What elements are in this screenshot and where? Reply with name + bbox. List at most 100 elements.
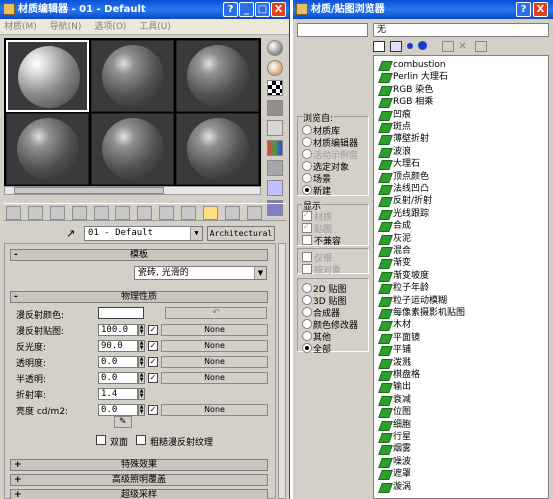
sample-slot-3[interactable]	[176, 40, 259, 112]
chevron-down-icon[interactable]: ▼	[254, 267, 266, 279]
minimize-button[interactable]: _	[239, 2, 254, 17]
map-list-item[interactable]: 光线跟踪	[380, 208, 429, 220]
two-sided-checkbox[interactable]	[96, 435, 106, 445]
make-unique-icon[interactable]	[115, 206, 131, 220]
video-color-check-icon[interactable]	[267, 120, 283, 136]
maximize-button[interactable]: □	[255, 2, 270, 17]
shininess-checkbox[interactable]: ✓	[148, 341, 158, 351]
transparency-map-button[interactable]: None	[161, 356, 268, 368]
map-list-item[interactable]: 木材	[380, 319, 411, 331]
map-list-item[interactable]: combustion	[380, 59, 446, 71]
material-type-button[interactable]: Architectural	[207, 226, 275, 241]
map-list-item[interactable]: 斑点	[380, 121, 411, 133]
sample-scrollbar[interactable]	[4, 186, 261, 195]
map-list[interactable]: combustion Perlin 大理石 RGB 染色 RGB 相乘 凹痕 斑点 薄壁折射…	[373, 55, 549, 499]
go-to-parent-icon[interactable]	[224, 206, 240, 220]
search-input[interactable]	[297, 23, 368, 37]
map-list-item[interactable]: 平铺	[380, 344, 411, 356]
chevron-down-icon[interactable]: ▼	[190, 227, 202, 240]
sample-slot-6[interactable]	[176, 113, 259, 185]
show-end-result-icon[interactable]	[202, 206, 218, 220]
show-incompatible-checkbox[interactable]: 不兼容	[302, 234, 341, 247]
put-to-library-icon[interactable]	[137, 206, 153, 220]
scroll-thumb[interactable]	[14, 187, 164, 194]
spinner-arrows-icon[interactable]: ▲ ▼	[138, 404, 145, 416]
material-id-icon[interactable]	[159, 206, 175, 220]
map-list-item[interactable]: 行星	[380, 431, 411, 443]
assign-to-selection-icon[interactable]	[49, 206, 65, 220]
map-list-item[interactable]: 遮罩	[380, 468, 411, 480]
view-large-icons-icon[interactable]	[417, 41, 427, 50]
filter-all[interactable]: 全部	[302, 342, 331, 355]
map-list-item[interactable]: 粒子年龄	[380, 282, 429, 294]
map-list-item[interactable]: 每像素摄影机贴图	[380, 307, 465, 319]
diffuse-map-spinner[interactable]: 100.0 ▲ ▼	[98, 324, 146, 336]
luminance-map-button[interactable]: None	[161, 404, 268, 416]
view-small-icons-icon[interactable]	[406, 43, 413, 49]
map-list-item[interactable]: 薄壁折射	[380, 133, 429, 145]
ior-spinner[interactable]: 1.4 ▲ ▼	[98, 388, 146, 400]
options-icon[interactable]	[267, 160, 283, 176]
rollout-advanced-lighting[interactable]: + 高级照明覆盖	[10, 474, 268, 486]
map-list-item[interactable]: 法线凹凸	[380, 183, 429, 195]
map-list-item[interactable]: Perlin 大理石	[380, 71, 448, 83]
map-list-item[interactable]: 输出	[380, 381, 411, 393]
shininess-map-button[interactable]: None	[161, 340, 268, 352]
map-list-item[interactable]: 渐变坡度	[380, 270, 429, 282]
diffuse-map-checkbox[interactable]: ✓	[148, 325, 158, 335]
rollout-templates[interactable]: - 模板	[10, 249, 268, 261]
map-list-item[interactable]: 灰泥	[380, 233, 411, 245]
sample-slot-1[interactable]	[6, 40, 89, 112]
view-list-icons-icon[interactable]	[389, 41, 402, 52]
material-editor-titlebar[interactable]: 材质编辑器 - 01 - Default ? _ □ X	[0, 0, 289, 19]
map-list-item[interactable]: 顶点颜色	[380, 171, 429, 183]
parameters-scrollbar[interactable]	[278, 243, 286, 499]
map-list-item[interactable]: 混合	[380, 245, 411, 257]
rollout-supersampling[interactable]: + 超级采样	[10, 489, 268, 499]
delete-icon[interactable]: ✕	[458, 41, 470, 52]
translucency-spinner[interactable]: 0.0 ▲ ▼	[98, 372, 146, 384]
diffuse-color-swatch[interactable]	[98, 307, 144, 319]
map-list-item[interactable]: 棋盘格	[380, 369, 420, 381]
sample-type-icon[interactable]	[267, 40, 283, 56]
map-list-item[interactable]: 漩涡	[380, 481, 411, 493]
sample-slot-2[interactable]	[91, 40, 174, 112]
translucency-checkbox[interactable]: ✓	[148, 373, 158, 383]
help-button[interactable]: ?	[516, 2, 531, 17]
map-list-item[interactable]: 细胞	[380, 419, 411, 431]
set-luminance-from-light-button[interactable]: ✎	[114, 416, 132, 428]
transparency-checkbox[interactable]: ✓	[148, 357, 158, 367]
spinner-arrows-icon[interactable]: ▲ ▼	[138, 356, 145, 368]
material-name-combo[interactable]: 01 - Default ▼	[84, 226, 203, 241]
translucency-map-button[interactable]: None	[161, 372, 268, 384]
browse-new[interactable]: 新建	[302, 184, 331, 197]
template-combo[interactable]: 瓷砖, 光滑的 ▼	[134, 266, 267, 280]
set-color-to-texture-button[interactable]: ↶	[165, 307, 267, 319]
help-button[interactable]: ?	[223, 2, 238, 17]
map-list-item[interactable]: 凹痕	[380, 109, 411, 121]
view-list-icon[interactable]	[373, 41, 385, 52]
sample-slot-5[interactable]	[91, 113, 174, 185]
rollout-special-effects[interactable]: + 特殊效果	[10, 459, 268, 471]
make-copy-icon[interactable]	[93, 206, 109, 220]
map-list-item[interactable]: 合成	[380, 220, 411, 232]
map-list-item[interactable]: 渐变	[380, 257, 411, 269]
map-list-item[interactable]: 烟雾	[380, 443, 411, 455]
background-checker-icon[interactable]	[267, 80, 283, 96]
show-map-icon[interactable]	[181, 206, 196, 220]
menu-material[interactable]: 材质(M)	[4, 22, 37, 32]
map-list-item[interactable]: 反射/折射	[380, 195, 432, 207]
menu-options[interactable]: 选项(O)	[94, 22, 126, 32]
close-button[interactable]: X	[271, 2, 286, 17]
update-scene-materials-icon[interactable]	[441, 41, 454, 52]
rollout-physical-qualities[interactable]: - 物理性质	[10, 291, 268, 303]
map-list-item[interactable]: RGB 相乘	[380, 96, 433, 108]
map-list-item[interactable]: 大理石	[380, 158, 420, 170]
backlight-icon[interactable]	[267, 60, 283, 76]
spinner-arrows-icon[interactable]: ▲ ▼	[138, 372, 145, 384]
clear-library-icon[interactable]	[475, 41, 488, 52]
make-preview-icon[interactable]	[267, 140, 283, 156]
spinner-arrows-icon[interactable]: ▲ ▼	[138, 388, 145, 400]
map-list-item[interactable]: 衰减	[380, 394, 411, 406]
spinner-arrows-icon[interactable]: ▲ ▼	[138, 340, 145, 352]
